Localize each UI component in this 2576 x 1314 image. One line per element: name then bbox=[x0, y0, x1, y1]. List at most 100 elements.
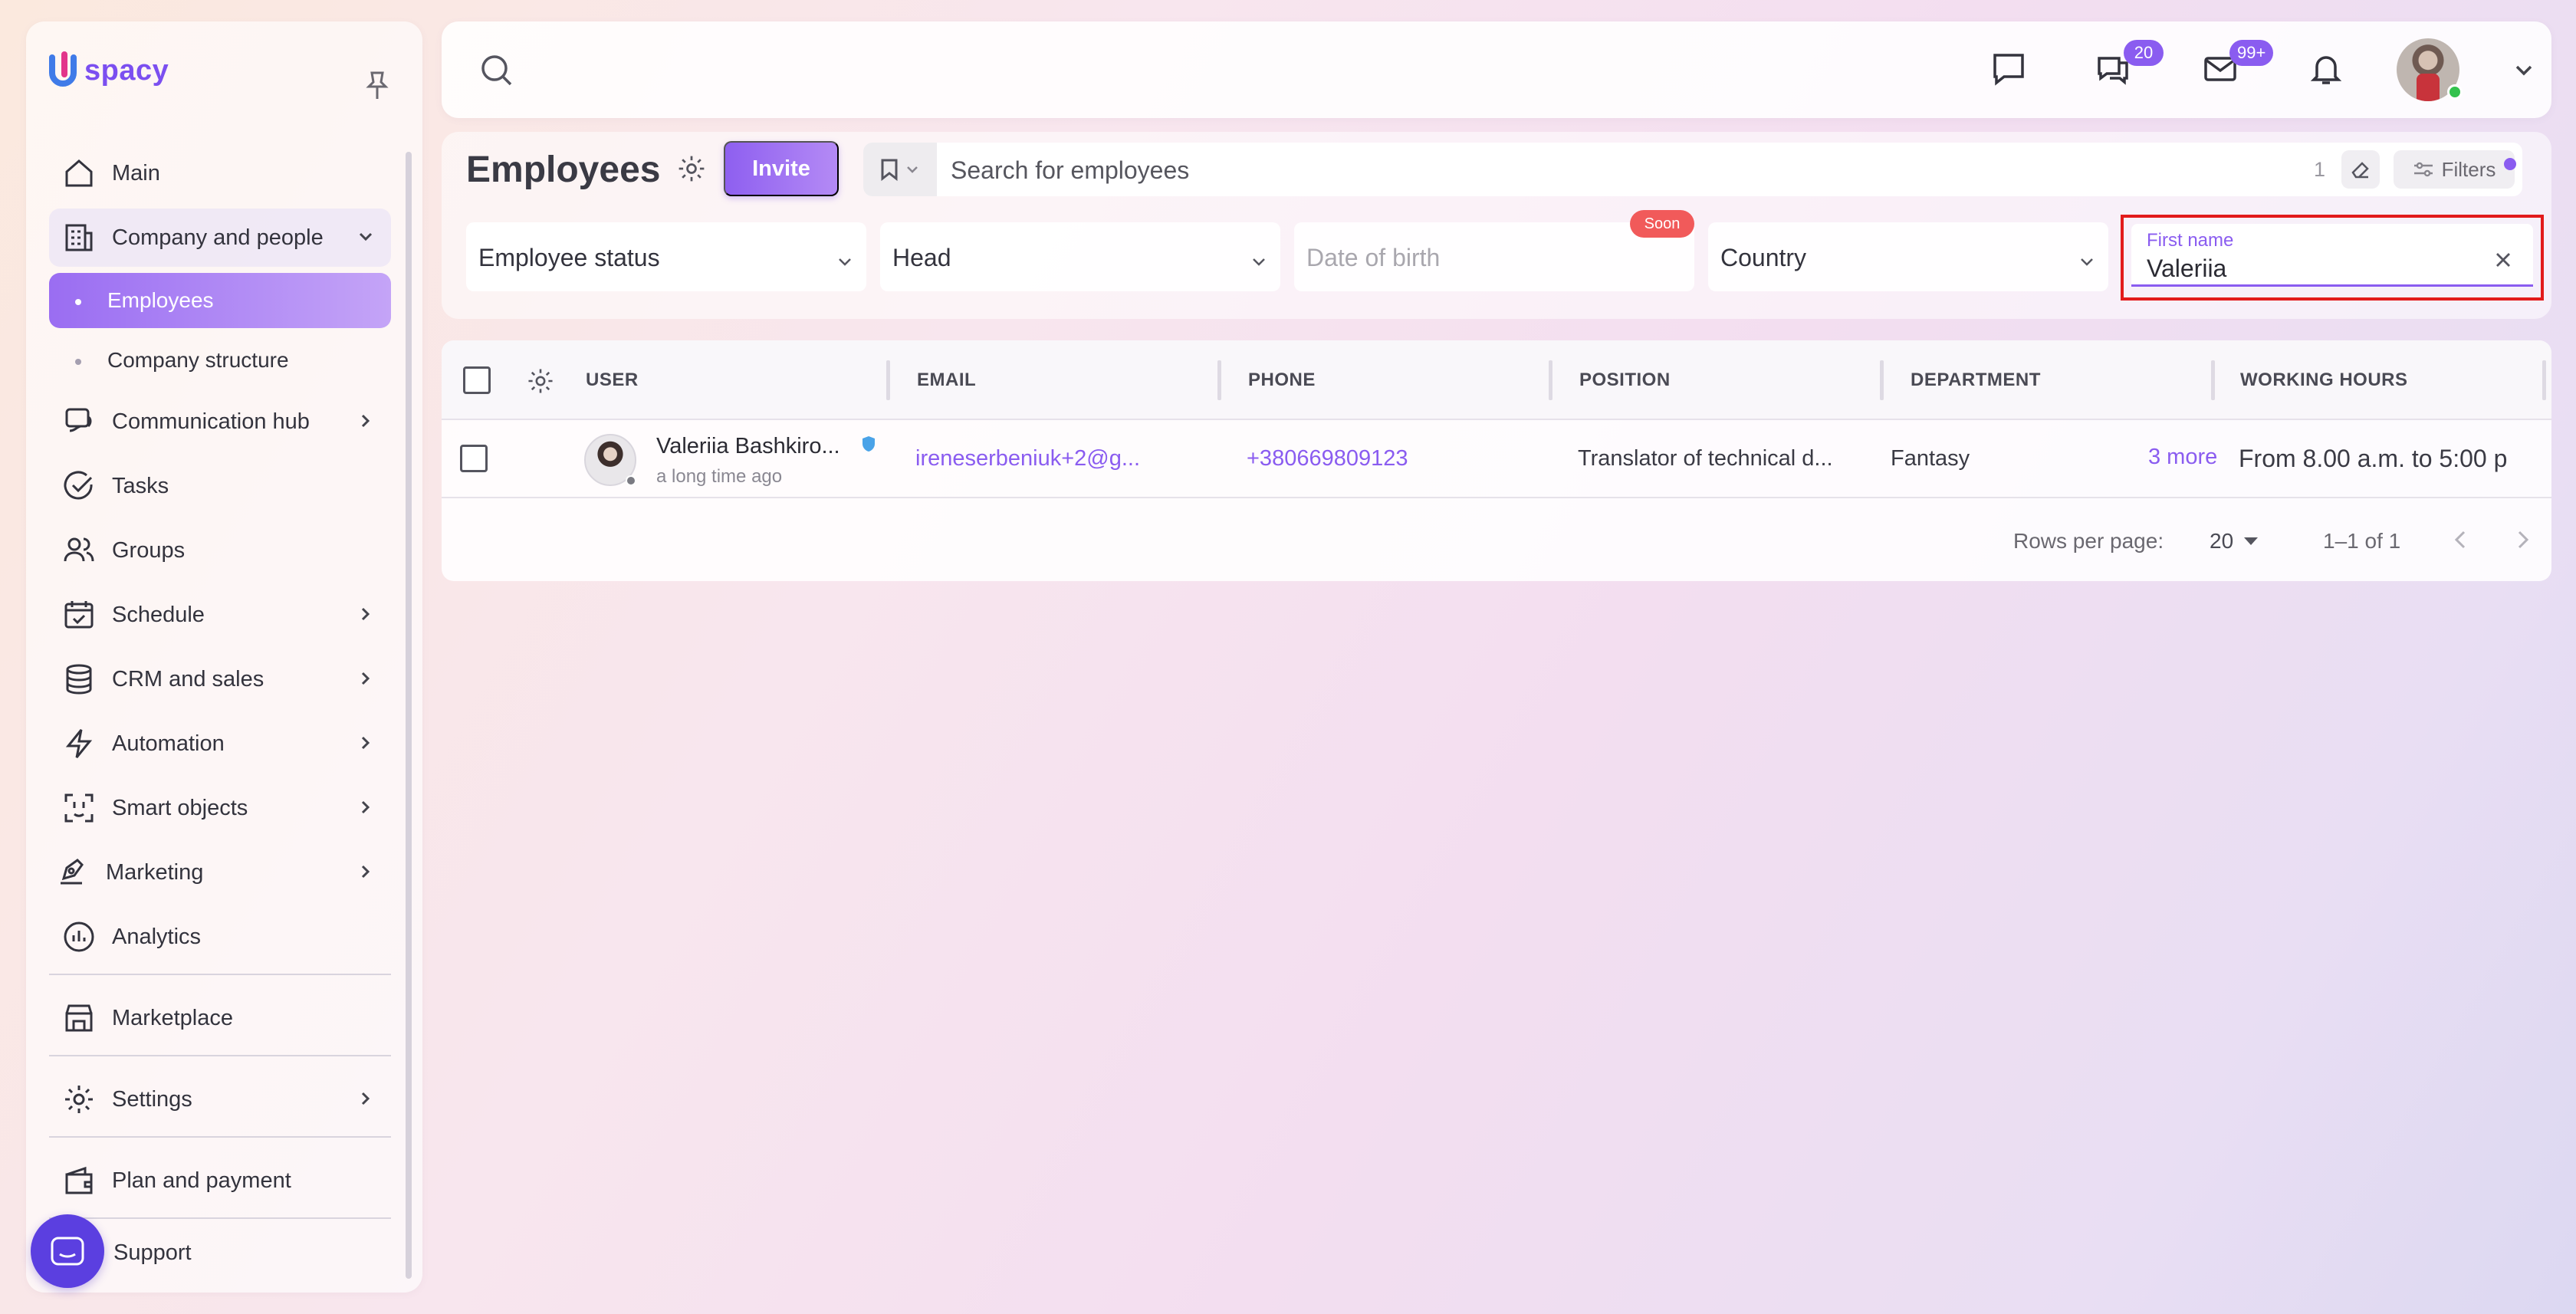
users-icon bbox=[61, 533, 97, 568]
sidebar-item-crm-and-sales[interactable]: CRM and sales bbox=[49, 650, 391, 708]
calendar-icon bbox=[61, 597, 97, 632]
sidebar-item-company-structure[interactable]: Company structure bbox=[49, 333, 391, 388]
gear-icon[interactable] bbox=[676, 153, 707, 184]
sidebar-item-label: Automation bbox=[112, 731, 225, 756]
chats-badge: 20 bbox=[2124, 40, 2164, 66]
first-name-label: First name bbox=[2147, 230, 2234, 251]
chevron-right-icon bbox=[356, 411, 376, 437]
wallet-icon bbox=[61, 1163, 97, 1198]
support-chat-button[interactable] bbox=[31, 1214, 104, 1288]
chevron-down-icon[interactable] bbox=[2512, 58, 2536, 83]
employee-status-select[interactable]: Employee status bbox=[466, 222, 866, 291]
pagination-range: 1–1 of 1 bbox=[2323, 529, 2401, 553]
column-resizer[interactable] bbox=[1880, 360, 1884, 400]
sidebar-item-support[interactable]: Support bbox=[113, 1240, 192, 1266]
rows-per-page-label: Rows per page: bbox=[2013, 529, 2164, 553]
logo-text: spacy bbox=[84, 54, 169, 87]
sidebar-item-analytics[interactable]: Analytics bbox=[49, 908, 391, 966]
table-row[interactable]: Valeriia Bashkiro... a long time ago ire… bbox=[442, 420, 2551, 498]
sidebar-item-schedule[interactable]: Schedule bbox=[49, 586, 391, 644]
support-chat-icon bbox=[51, 1237, 84, 1266]
close-icon[interactable] bbox=[2493, 250, 2513, 274]
sidebar-divider bbox=[49, 1136, 391, 1138]
megaphone-icon bbox=[55, 855, 90, 890]
department-cell: Fantasy bbox=[1891, 446, 1970, 471]
gear-icon bbox=[61, 1082, 97, 1117]
sidebar-item-label: Groups bbox=[112, 537, 186, 563]
sidebar-item-smart-objects[interactable]: Smart objects bbox=[49, 779, 391, 837]
column-header-position[interactable]: POSITION bbox=[1579, 370, 1671, 391]
search-icon[interactable] bbox=[478, 52, 515, 89]
column-header-user[interactable]: USER bbox=[586, 370, 639, 391]
next-page-icon[interactable] bbox=[2512, 527, 2533, 556]
column-resizer[interactable] bbox=[1217, 360, 1221, 400]
invite-button[interactable]: Invite bbox=[724, 141, 839, 196]
rows-per-page-select[interactable]: 20 bbox=[2210, 529, 2259, 554]
sidebar-item-tasks[interactable]: Tasks bbox=[49, 457, 391, 515]
sidebar-item-communication-hub[interactable]: Communication hub bbox=[49, 393, 391, 451]
sidebar-divider bbox=[49, 1055, 391, 1056]
first-name-value[interactable]: Valeriia bbox=[2147, 255, 2226, 283]
sidebar-item-employees[interactable]: Employees bbox=[49, 273, 391, 328]
sidebar-item-company-and-people[interactable]: Company and people bbox=[49, 209, 391, 267]
country-select[interactable]: Country bbox=[1708, 222, 2108, 291]
column-header-working-hours[interactable]: WORKING HOURS bbox=[2240, 370, 2408, 391]
saved-filters-button[interactable] bbox=[863, 143, 937, 196]
employees-header: Employees Invite Search for employees 1 … bbox=[442, 132, 2551, 319]
department-more-link[interactable]: 3 more bbox=[2148, 445, 2217, 470]
app-logo[interactable]: spacy bbox=[48, 49, 169, 92]
column-header-phone[interactable]: PHONE bbox=[1248, 370, 1316, 391]
sidebar-divider bbox=[49, 974, 391, 975]
sidebar-item-main[interactable]: Main bbox=[49, 144, 391, 202]
clear-filters-button[interactable] bbox=[2341, 150, 2380, 189]
first-name-field[interactable]: First name Valeriia bbox=[2131, 224, 2533, 287]
head-select[interactable]: Head bbox=[880, 222, 1280, 291]
select-all-checkbox[interactable] bbox=[463, 366, 491, 394]
lightning-icon bbox=[61, 726, 97, 761]
column-resizer[interactable] bbox=[2542, 360, 2546, 400]
email-link[interactable]: ireneserbeniuk+2@g... bbox=[915, 446, 1140, 471]
sidebar-item-settings[interactable]: Settings bbox=[49, 1070, 391, 1128]
sidebar: spacy Main Company and people Employees … bbox=[26, 21, 422, 1293]
database-icon bbox=[61, 662, 97, 697]
first-name-highlight: First name Valeriia bbox=[2121, 215, 2544, 301]
shield-icon bbox=[862, 435, 876, 452]
sidebar-item-plan-and-payment[interactable]: Plan and payment bbox=[49, 1151, 391, 1210]
filters-active-dot bbox=[2504, 158, 2516, 170]
pin-icon[interactable] bbox=[364, 71, 390, 101]
chevron-down-icon bbox=[356, 227, 376, 253]
phone-link[interactable]: +380669809123 bbox=[1247, 446, 1408, 471]
column-header-email[interactable]: EMAIL bbox=[917, 370, 976, 391]
sidebar-item-label: Analytics bbox=[112, 924, 202, 949]
sidebar-item-groups[interactable]: Groups bbox=[49, 521, 391, 580]
user-name[interactable]: Valeriia Bashkiro... bbox=[656, 434, 840, 459]
message-icon[interactable] bbox=[1990, 51, 2027, 87]
sidebar-item-automation[interactable]: Automation bbox=[49, 714, 391, 773]
home-icon bbox=[61, 156, 97, 191]
filter-label: Country bbox=[1720, 244, 1807, 271]
logo-mark-icon bbox=[49, 51, 77, 87]
column-header-department[interactable]: DEPARTMENT bbox=[1911, 370, 2041, 391]
filter-label: Employee status bbox=[478, 244, 660, 271]
sidebar-item-label: Communication hub bbox=[112, 409, 310, 434]
gear-icon[interactable] bbox=[526, 366, 555, 399]
page-title: Employees bbox=[466, 149, 661, 190]
row-checkbox[interactable] bbox=[460, 445, 488, 472]
position-cell: Translator of technical d... bbox=[1578, 446, 1833, 471]
search-input[interactable]: Search for employees bbox=[951, 156, 1189, 185]
bell-icon[interactable] bbox=[2308, 51, 2344, 87]
bookmark-icon bbox=[881, 159, 898, 181]
column-resizer[interactable] bbox=[886, 360, 890, 400]
sidebar-item-marketplace[interactable]: Marketplace bbox=[49, 989, 391, 1047]
chevron-right-icon bbox=[356, 604, 376, 630]
filters-button[interactable]: Filters bbox=[2394, 150, 2515, 189]
chevron-down-icon bbox=[1250, 248, 1268, 277]
column-resizer[interactable] bbox=[2211, 360, 2215, 400]
column-resizer[interactable] bbox=[1549, 360, 1552, 400]
sidebar-item-marketing[interactable]: Marketing bbox=[49, 843, 391, 902]
sidebar-item-label: Employees bbox=[107, 288, 214, 312]
sidebar-scrollbar[interactable] bbox=[406, 152, 412, 1279]
date-of-birth-filter: Date of birth Soon bbox=[1294, 210, 1694, 291]
previous-page-icon[interactable] bbox=[2450, 527, 2472, 556]
chart-icon bbox=[61, 919, 97, 954]
